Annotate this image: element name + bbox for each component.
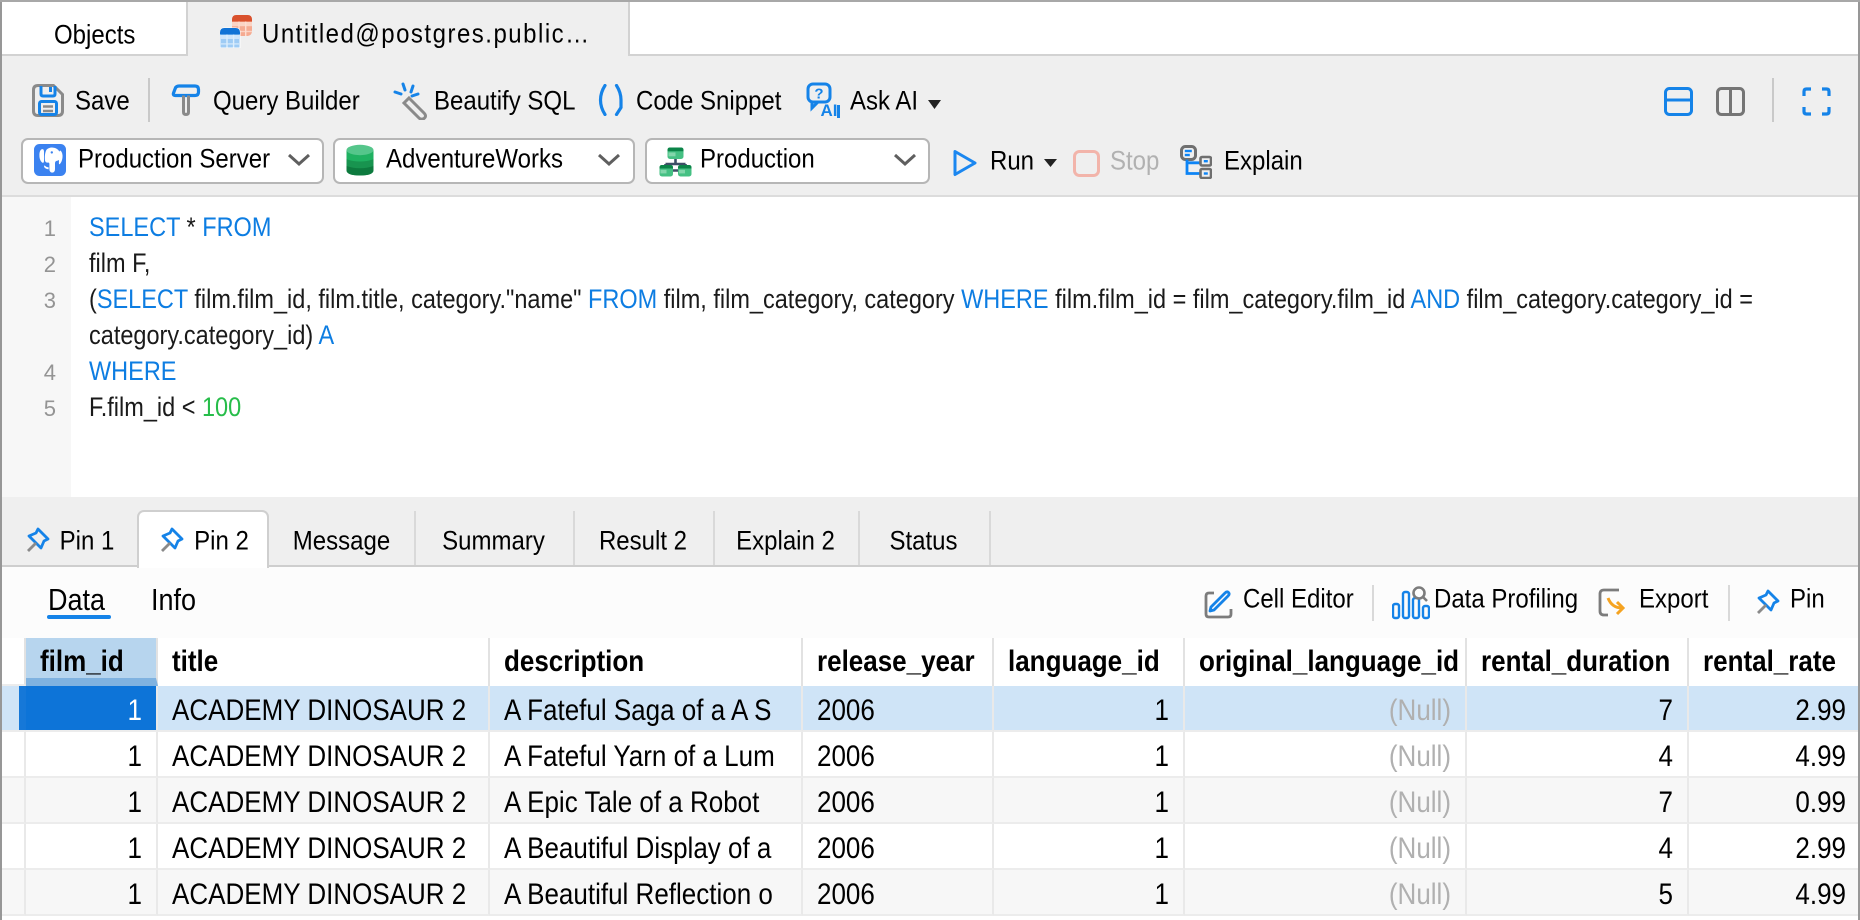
svg-text:?: ?	[814, 86, 823, 103]
svg-text:AI: AI	[821, 101, 838, 120]
